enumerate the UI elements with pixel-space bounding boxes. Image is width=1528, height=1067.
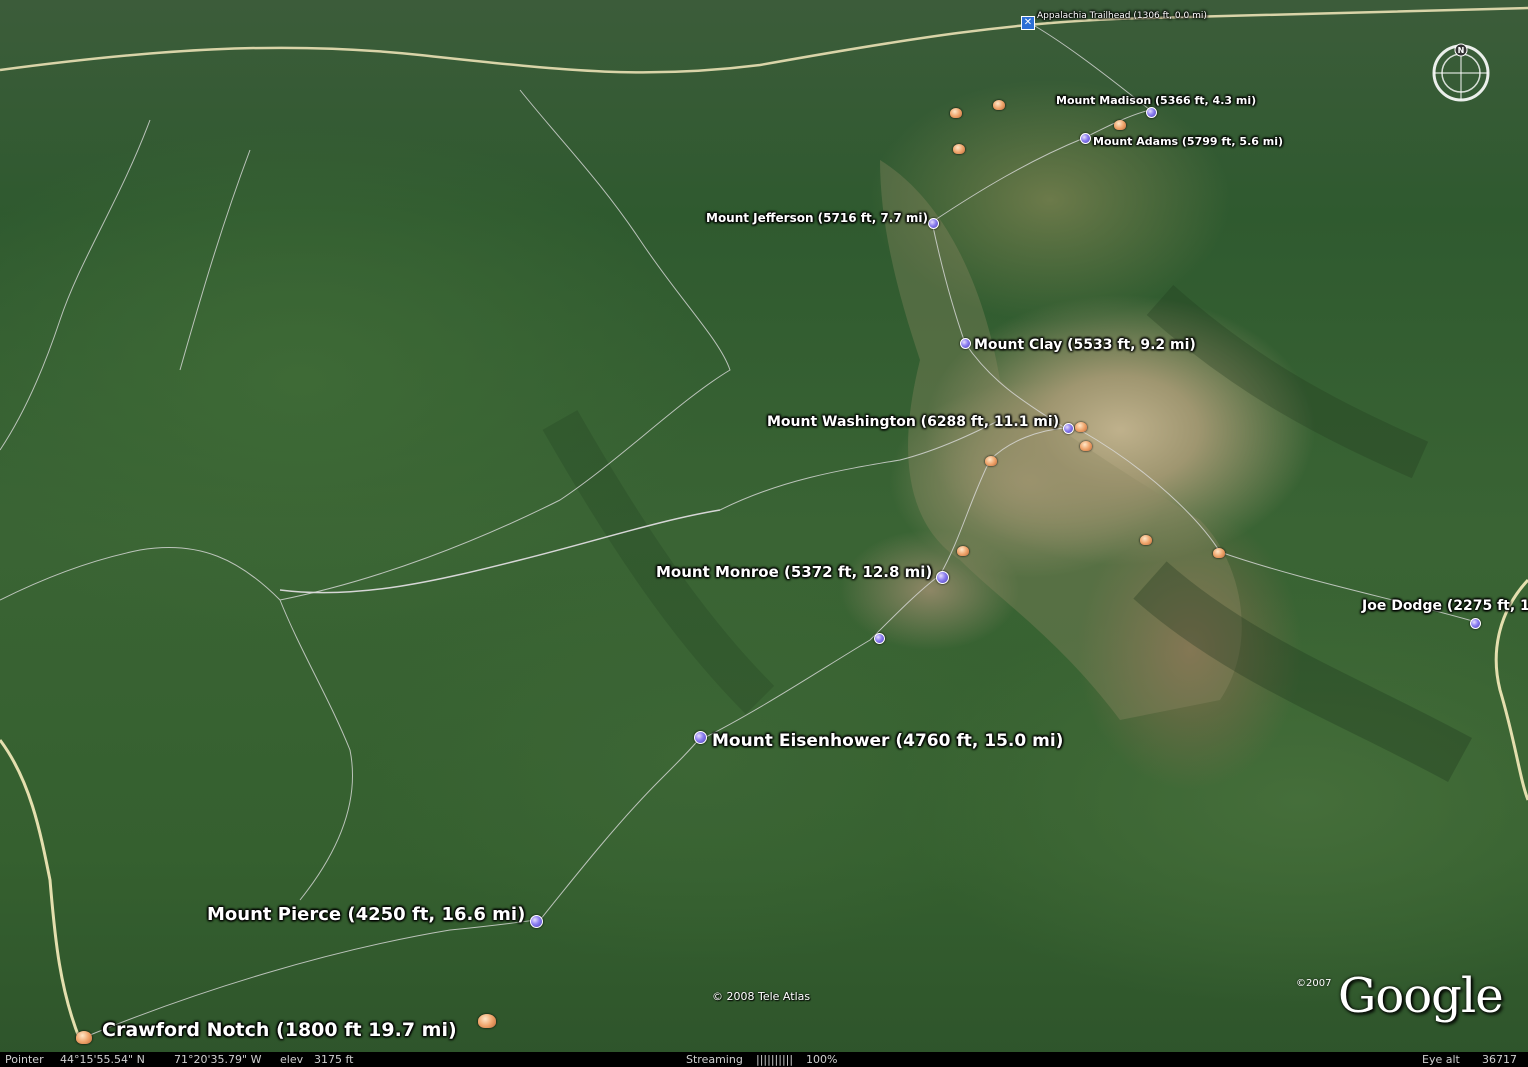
valley-shadow (542, 410, 775, 715)
map-copyright: © 2008 Tele Atlas (712, 990, 811, 1003)
mount-washington-pin-icon[interactable] (1063, 423, 1074, 434)
terrain-map-view[interactable]: ✕ Appalachia Trailhead (1306 ft, 0.0 mi)… (0, 0, 1528, 1067)
mount-madison-label[interactable]: Mount Madison (5366 ft, 4.3 mi) (1056, 94, 1256, 107)
route-2-road (0, 6, 1528, 74)
route-302-road (0, 739, 82, 1041)
hut-marker-icon[interactable] (950, 108, 962, 118)
status-bar: Pointer 44°15'55.54" N 71°20'35.79" W el… (0, 1052, 1528, 1067)
mount-eisenhower-label[interactable]: Mount Eisenhower (4760 ft, 15.0 mi) (712, 731, 1063, 751)
hut-marker-icon[interactable] (993, 100, 1005, 110)
mount-clay-pin-icon[interactable] (960, 338, 971, 349)
mount-eisenhower-pin-icon[interactable] (694, 731, 707, 744)
hut-marker-icon[interactable] (957, 546, 969, 556)
navigation-compass-icon[interactable]: N (1428, 42, 1494, 104)
trailhead-marker-icon[interactable]: ✕ (1021, 16, 1035, 30)
crawford-notch-marker-icon[interactable] (76, 1031, 92, 1044)
hut-marker-icon[interactable] (1213, 548, 1225, 558)
pointer-label: Pointer (5, 1053, 44, 1066)
elevation-value: 3175 ft (314, 1053, 354, 1066)
compass-north-label: N (1458, 46, 1465, 55)
google-logo: Google (1338, 968, 1504, 1024)
hut-marker-icon[interactable] (1080, 441, 1092, 451)
hut-marker-icon[interactable] (478, 1014, 496, 1028)
mount-jefferson-label[interactable]: Mount Jefferson (5716 ft, 7.7 mi) (706, 211, 928, 225)
waypoint-pin-icon[interactable] (874, 633, 885, 644)
appalachia-trailhead-label[interactable]: Appalachia Trailhead (1306 ft, 0.0 mi) (1037, 11, 1207, 21)
eye-alt-label: Eye alt (1422, 1053, 1460, 1066)
pointer-latitude: 44°15'55.54" N (60, 1053, 145, 1066)
mount-adams-label[interactable]: Mount Adams (5799 ft, 5.6 mi) (1093, 135, 1283, 148)
crawford-notch-label[interactable]: Crawford Notch (1800 ft 19.7 mi) (102, 1019, 457, 1041)
mount-monroe-label[interactable]: Mount Monroe (5372 ft, 12.8 mi) (656, 563, 932, 581)
mount-pierce-label[interactable]: Mount Pierce (4250 ft, 16.6 mi) (207, 904, 525, 925)
logo-year: ©2007 (1296, 978, 1332, 989)
streaming-label: Streaming (686, 1053, 743, 1066)
pointer-longitude: 71°20'35.79" W (174, 1053, 262, 1066)
mount-washington-label[interactable]: Mount Washington (6288 ft, 11.1 mi) (767, 414, 1059, 430)
elevation-label: elev (280, 1053, 304, 1066)
joe-dodge-label[interactable]: Joe Dodge (2275 ft, 1 (1362, 598, 1528, 614)
mount-monroe-pin-icon[interactable] (936, 571, 949, 584)
hut-marker-icon[interactable] (1114, 120, 1126, 130)
hut-marker-icon[interactable] (1075, 422, 1087, 432)
trail-and-road-overlay (0, 6, 1528, 1041)
mount-adams-pin-icon[interactable] (1080, 133, 1091, 144)
streaming-percent: 100% (806, 1053, 838, 1066)
hut-marker-icon[interactable] (1140, 535, 1152, 545)
trail-network (0, 21, 1477, 1036)
hut-marker-icon[interactable] (953, 144, 965, 154)
joe-dodge-pin-icon[interactable] (1470, 618, 1481, 629)
mount-clay-label[interactable]: Mount Clay (5533 ft, 9.2 mi) (974, 337, 1196, 353)
mount-madison-pin-icon[interactable] (1146, 107, 1157, 118)
hut-marker-icon[interactable] (985, 456, 997, 466)
streaming-progress-bar: |||||||||| (756, 1053, 794, 1066)
mount-pierce-pin-icon[interactable] (530, 915, 543, 928)
mount-jefferson-pin-icon[interactable] (928, 218, 939, 229)
eye-alt-value: 36717 ft (1482, 1053, 1517, 1066)
ravine-shadow-north (1146, 285, 1429, 479)
